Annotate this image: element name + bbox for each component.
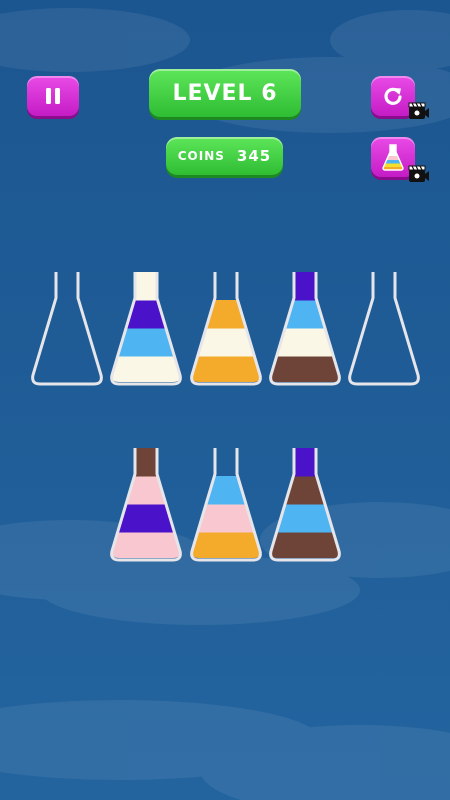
tube-8[interactable]: [255, 448, 355, 562]
liquid-layer-indigo: [270, 272, 340, 301]
tube-1[interactable]: [31, 272, 103, 386]
liquid-layer-sky: [270, 504, 340, 533]
liquid-layer-pink: [111, 476, 181, 505]
tube-4[interactable]: [255, 272, 355, 386]
tube-7[interactable]: [176, 448, 276, 562]
liquid-layer-white: [270, 328, 340, 357]
liquid-layer-white: [191, 328, 261, 357]
liquid-layer-sky: [191, 476, 261, 505]
liquid-layer-sky: [270, 300, 340, 329]
liquid-layer-indigo: [111, 504, 181, 533]
tube-3[interactable]: [176, 272, 276, 386]
liquid-layer-brown: [111, 448, 181, 477]
liquid-layer-indigo: [270, 448, 340, 477]
tubes-board: [31, 272, 420, 562]
liquid-layer-pink: [191, 504, 261, 533]
liquid-layer-sky: [111, 328, 181, 357]
tube-6[interactable]: [96, 448, 196, 562]
tube-5[interactable]: [348, 272, 420, 386]
liquid-layer-indigo: [111, 300, 181, 329]
flask-outline: [348, 272, 420, 386]
liquid-layer-brown: [270, 476, 340, 505]
liquid-layer-white: [111, 272, 181, 301]
tube-2[interactable]: [96, 272, 196, 386]
liquid-layer-orange: [191, 300, 261, 329]
flask-outline: [31, 272, 103, 386]
